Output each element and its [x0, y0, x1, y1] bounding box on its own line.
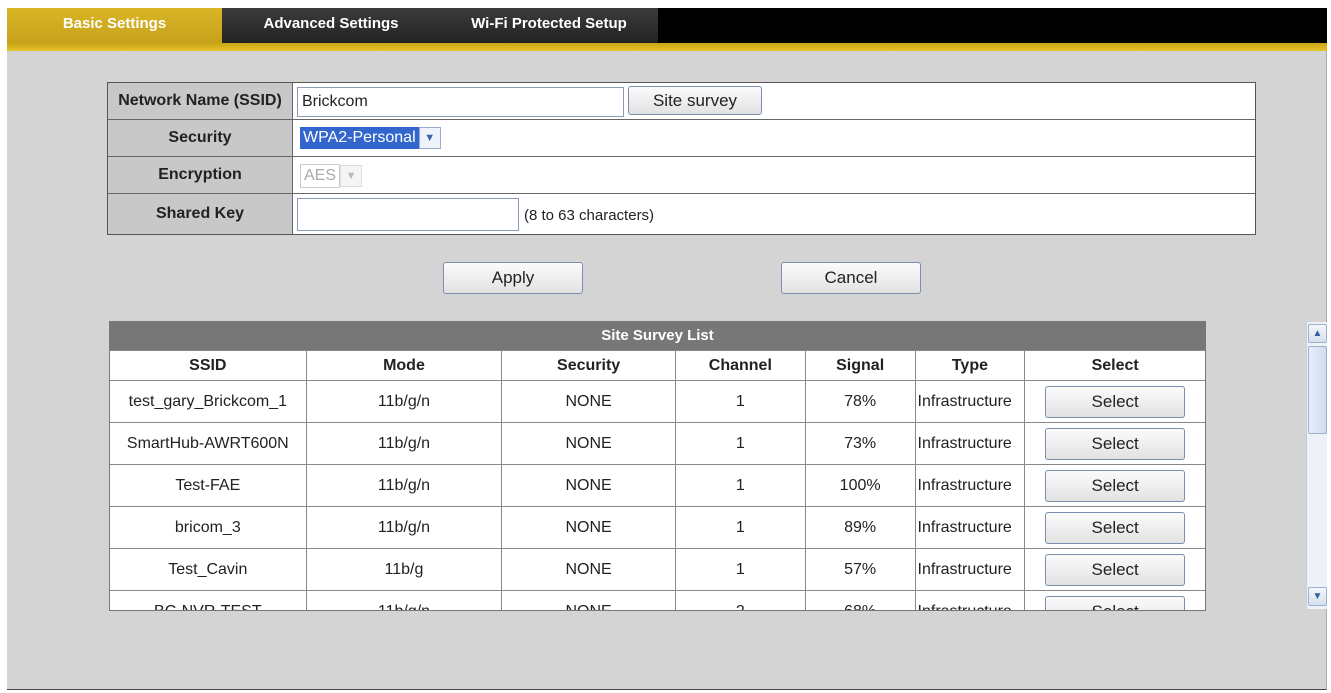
- column-header-ssid: SSID: [110, 351, 307, 380]
- table-row: bricom_3 11b/g/n NONE 1 89% Infrastructu…: [110, 506, 1205, 548]
- encryption-select[interactable]: AES ▼: [300, 164, 363, 188]
- column-header-channel: Channel: [676, 351, 806, 380]
- cell-select: Select: [1025, 465, 1205, 506]
- cell-ssid: SmartHub-AWRT600N: [110, 423, 307, 464]
- cell-security: NONE: [502, 423, 676, 464]
- column-header-select: Select: [1091, 356, 1139, 374]
- cell-channel: 1: [676, 423, 806, 464]
- security-select[interactable]: WPA2-Personal ▼: [300, 127, 441, 149]
- column-header-signal: Signal: [806, 351, 916, 380]
- select-network-button[interactable]: Select: [1045, 511, 1186, 544]
- cell-security: NONE: [502, 381, 676, 422]
- cell-channel: 2: [676, 591, 806, 610]
- cell-type: Infrastructure: [916, 549, 1026, 590]
- column-header-security: Security: [502, 351, 676, 380]
- cell-select: Select: [1025, 423, 1205, 464]
- cell-type: Infrastructure: [916, 507, 1026, 548]
- cell-security: NONE: [502, 465, 676, 506]
- cell-signal: 73%: [806, 423, 916, 464]
- cell-mode: 11b/g/n: [307, 465, 503, 506]
- cell-security: NONE: [502, 549, 676, 590]
- column-header-mode: Mode: [307, 351, 503, 380]
- table-row: Test-FAE 11b/g/n NONE 1 100% Infrastruct…: [110, 464, 1205, 506]
- tab-wifi-protected-setup[interactable]: Wi-Fi Protected Setup: [440, 8, 658, 43]
- cell-select: Select: [1025, 549, 1205, 590]
- cell-type: Infrastructure: [916, 381, 1026, 422]
- table-row: test_gary_Brickcom_1 11b/g/n NONE 1 78% …: [110, 380, 1205, 422]
- cell-type: Infrastructure: [916, 465, 1026, 506]
- site-survey-table: Site Survey List SSID Mode Security Chan…: [109, 321, 1206, 611]
- arrow-up-icon[interactable]: ▲: [1308, 324, 1327, 343]
- column-header-type: Type: [916, 351, 1026, 380]
- table-header-row: SSID Mode Security Channel Signal Type S…: [110, 350, 1205, 380]
- cell-mode: 11b/g: [307, 549, 503, 590]
- shared-key-hint: (8 to 63 characters): [524, 207, 655, 224]
- cell-channel: 1: [676, 507, 806, 548]
- cell-signal: 89%: [806, 507, 916, 548]
- select-network-button[interactable]: Select: [1045, 595, 1186, 610]
- security-row: Security WPA2-Personal ▼: [108, 120, 1255, 157]
- cell-ssid: test_gary_Brickcom_1: [110, 381, 307, 422]
- table-row: SmartHub-AWRT600N 11b/g/n NONE 1 73% Inf…: [110, 422, 1205, 464]
- tab-basic-settings[interactable]: Basic Settings: [7, 8, 222, 43]
- tab-advanced-settings[interactable]: Advanced Settings: [222, 8, 440, 43]
- chevron-down-icon: ▼: [418, 127, 441, 149]
- select-network-button[interactable]: Select: [1045, 385, 1186, 418]
- cell-security: NONE: [502, 507, 676, 548]
- ssid-label: Network Name (SSID): [108, 83, 293, 119]
- site-survey-button[interactable]: Site survey: [628, 86, 762, 115]
- cell-ssid: Test_Cavin: [110, 549, 307, 590]
- select-network-button[interactable]: Select: [1045, 553, 1186, 586]
- shared-key-input[interactable]: [297, 198, 519, 231]
- table-row: Test_Cavin 11b/g NONE 1 57% Infrastructu…: [110, 548, 1205, 590]
- security-select-value: WPA2-Personal: [300, 127, 419, 149]
- cell-channel: 1: [676, 549, 806, 590]
- site-survey-title: Site Survey List: [110, 322, 1205, 350]
- cell-signal: 68%: [806, 591, 916, 610]
- cell-channel: 1: [676, 465, 806, 506]
- tab-bar: Basic Settings Advanced Settings Wi-Fi P…: [7, 8, 1327, 51]
- ssid-row: Network Name (SSID) Brickcom Site survey: [108, 83, 1255, 120]
- chevron-down-icon: ▼: [340, 165, 363, 187]
- cancel-button[interactable]: Cancel: [781, 262, 921, 294]
- cell-ssid: bricom_3: [110, 507, 307, 548]
- cell-mode: 11b/g/n: [307, 507, 503, 548]
- cell-select: Select: [1025, 381, 1205, 422]
- scrollbar-thumb[interactable]: [1308, 346, 1327, 434]
- cell-signal: 78%: [806, 381, 916, 422]
- cell-security: NONE: [502, 591, 676, 610]
- wireless-form: Network Name (SSID) Brickcom Site survey…: [107, 82, 1256, 235]
- tab-underline: [7, 43, 1327, 51]
- security-label: Security: [108, 120, 293, 156]
- cell-mode: 11b/g/n: [307, 423, 503, 464]
- cell-mode: 11b/g/n: [307, 591, 503, 610]
- select-network-button[interactable]: Select: [1045, 427, 1186, 460]
- cell-type: Infrastructure: [916, 591, 1026, 610]
- cell-mode: 11b/g/n: [307, 381, 503, 422]
- shared-key-label: Shared Key: [108, 194, 293, 234]
- cell-ssid: Test-FAE: [110, 465, 307, 506]
- select-network-button[interactable]: Select: [1045, 469, 1186, 502]
- encryption-label: Encryption: [108, 157, 293, 193]
- encryption-row: Encryption AES ▼: [108, 157, 1255, 194]
- ssid-input[interactable]: Brickcom: [297, 87, 624, 117]
- apply-button[interactable]: Apply: [443, 262, 583, 294]
- encryption-select-value: AES: [300, 164, 341, 188]
- cell-type: Infrastructure: [916, 423, 1026, 464]
- cell-select: Select: [1025, 591, 1205, 610]
- cell-signal: 57%: [806, 549, 916, 590]
- cell-channel: 1: [676, 381, 806, 422]
- arrow-down-icon[interactable]: ▼: [1308, 587, 1327, 606]
- cell-select: Select: [1025, 507, 1205, 548]
- shared-key-row: Shared Key (8 to 63 characters): [108, 194, 1255, 234]
- cell-ssid: BC-NVR-TEST: [110, 591, 307, 610]
- survey-scrollbar[interactable]: ▲ ▼: [1306, 322, 1327, 609]
- table-row: BC-NVR-TEST 11b/g/n NONE 2 68% Infrastru…: [110, 590, 1205, 610]
- cell-signal: 100%: [806, 465, 916, 506]
